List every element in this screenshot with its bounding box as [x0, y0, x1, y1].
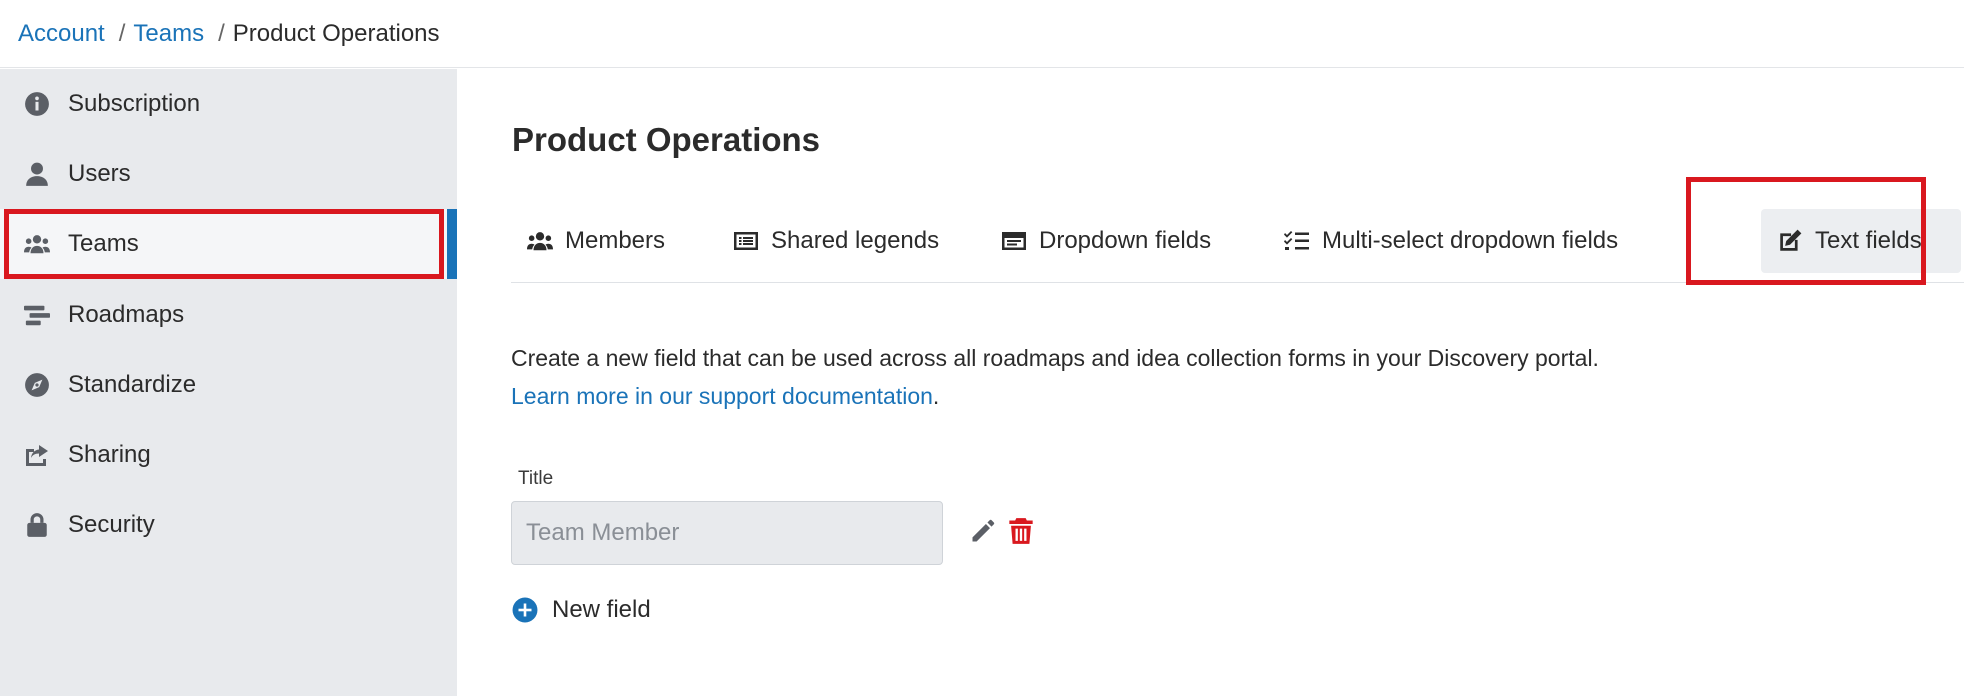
main-content: Product Operations Members Shared legend…	[457, 69, 1964, 696]
sidebar-item-sharing[interactable]: Sharing	[0, 420, 457, 490]
support-documentation-link[interactable]: Learn more in our support documentation	[511, 383, 933, 409]
sidebar-item-standardize[interactable]: Standardize	[0, 350, 457, 420]
sidebar-item-teams[interactable]: Teams	[0, 209, 457, 279]
tab-bar: Members Shared legends Dropdown fields M…	[511, 197, 1964, 283]
page-title: Product Operations	[512, 121, 821, 158]
sidebar-item-subscription[interactable]: Subscription	[0, 69, 457, 139]
breadcrumb: Account / Teams / Product Operations	[0, 0, 1964, 68]
sidebar: Subscription Users Teams Roadmaps Standa…	[0, 69, 457, 696]
sidebar-item-label: Roadmaps	[68, 301, 185, 328]
field-title-label: Title	[518, 468, 554, 489]
sidebar-item-security[interactable]: Security	[0, 490, 457, 560]
share-icon	[22, 440, 52, 470]
edit-square-icon	[1775, 226, 1805, 256]
tab-label: Shared legends	[771, 227, 940, 254]
sidebar-item-label: Users	[68, 160, 131, 187]
sidebar-item-label: Subscription	[68, 90, 201, 117]
pencil-icon	[972, 519, 995, 542]
sidebar-item-label: Teams	[68, 230, 139, 257]
plus-circle-icon	[512, 597, 538, 623]
support-link-suffix: .	[932, 383, 940, 409]
tab-members[interactable]: Members	[511, 209, 679, 273]
roadmap-icon	[22, 300, 52, 330]
legend-list-icon	[731, 226, 761, 256]
delete-field-button[interactable]	[1008, 517, 1038, 549]
trash-icon	[1009, 518, 1033, 544]
sidebar-item-label: Security	[68, 511, 155, 538]
tab-label: Multi-select dropdown fields	[1322, 227, 1619, 254]
tab-dropdown-fields[interactable]: Dropdown fields	[985, 209, 1225, 273]
tab-label: Text fields	[1815, 227, 1922, 254]
new-field-button[interactable]: New field	[512, 596, 651, 624]
sidebar-item-label: Sharing	[68, 441, 151, 468]
description-text: Create a new field that can be used acro…	[511, 345, 1599, 371]
sidebar-item-roadmaps[interactable]: Roadmaps	[0, 280, 457, 350]
breadcrumb-current: Product Operations	[232, 19, 440, 47]
breadcrumb-separator: /	[118, 19, 126, 47]
compass-icon	[22, 370, 52, 400]
new-field-label: New field	[552, 596, 651, 623]
breadcrumb-separator: /	[218, 19, 225, 47]
sidebar-item-label: Standardize	[68, 371, 197, 398]
sidebar-item-users[interactable]: Users	[0, 139, 457, 209]
edit-field-button[interactable]	[969, 517, 1001, 549]
users-icon	[525, 226, 555, 256]
tab-shared-legends[interactable]: Shared legends	[717, 209, 953, 273]
user-icon	[22, 159, 52, 189]
info-icon	[22, 89, 52, 119]
checklist-icon	[1282, 226, 1312, 256]
field-title-input[interactable]	[511, 501, 943, 565]
dropdown-icon	[999, 226, 1029, 256]
users-group-icon	[22, 229, 52, 259]
breadcrumb-teams-link[interactable]: Teams	[133, 20, 204, 48]
tab-label: Dropdown fields	[1039, 227, 1212, 254]
lock-icon	[22, 510, 52, 540]
tab-text-fields[interactable]: Text fields	[1761, 209, 1961, 273]
description: Create a new field that can be used acro…	[511, 339, 1599, 415]
breadcrumb-account-link[interactable]: Account	[18, 20, 105, 48]
tab-multi-select-dropdown-fields[interactable]: Multi-select dropdown fields	[1268, 209, 1632, 273]
tab-label: Members	[565, 227, 666, 254]
